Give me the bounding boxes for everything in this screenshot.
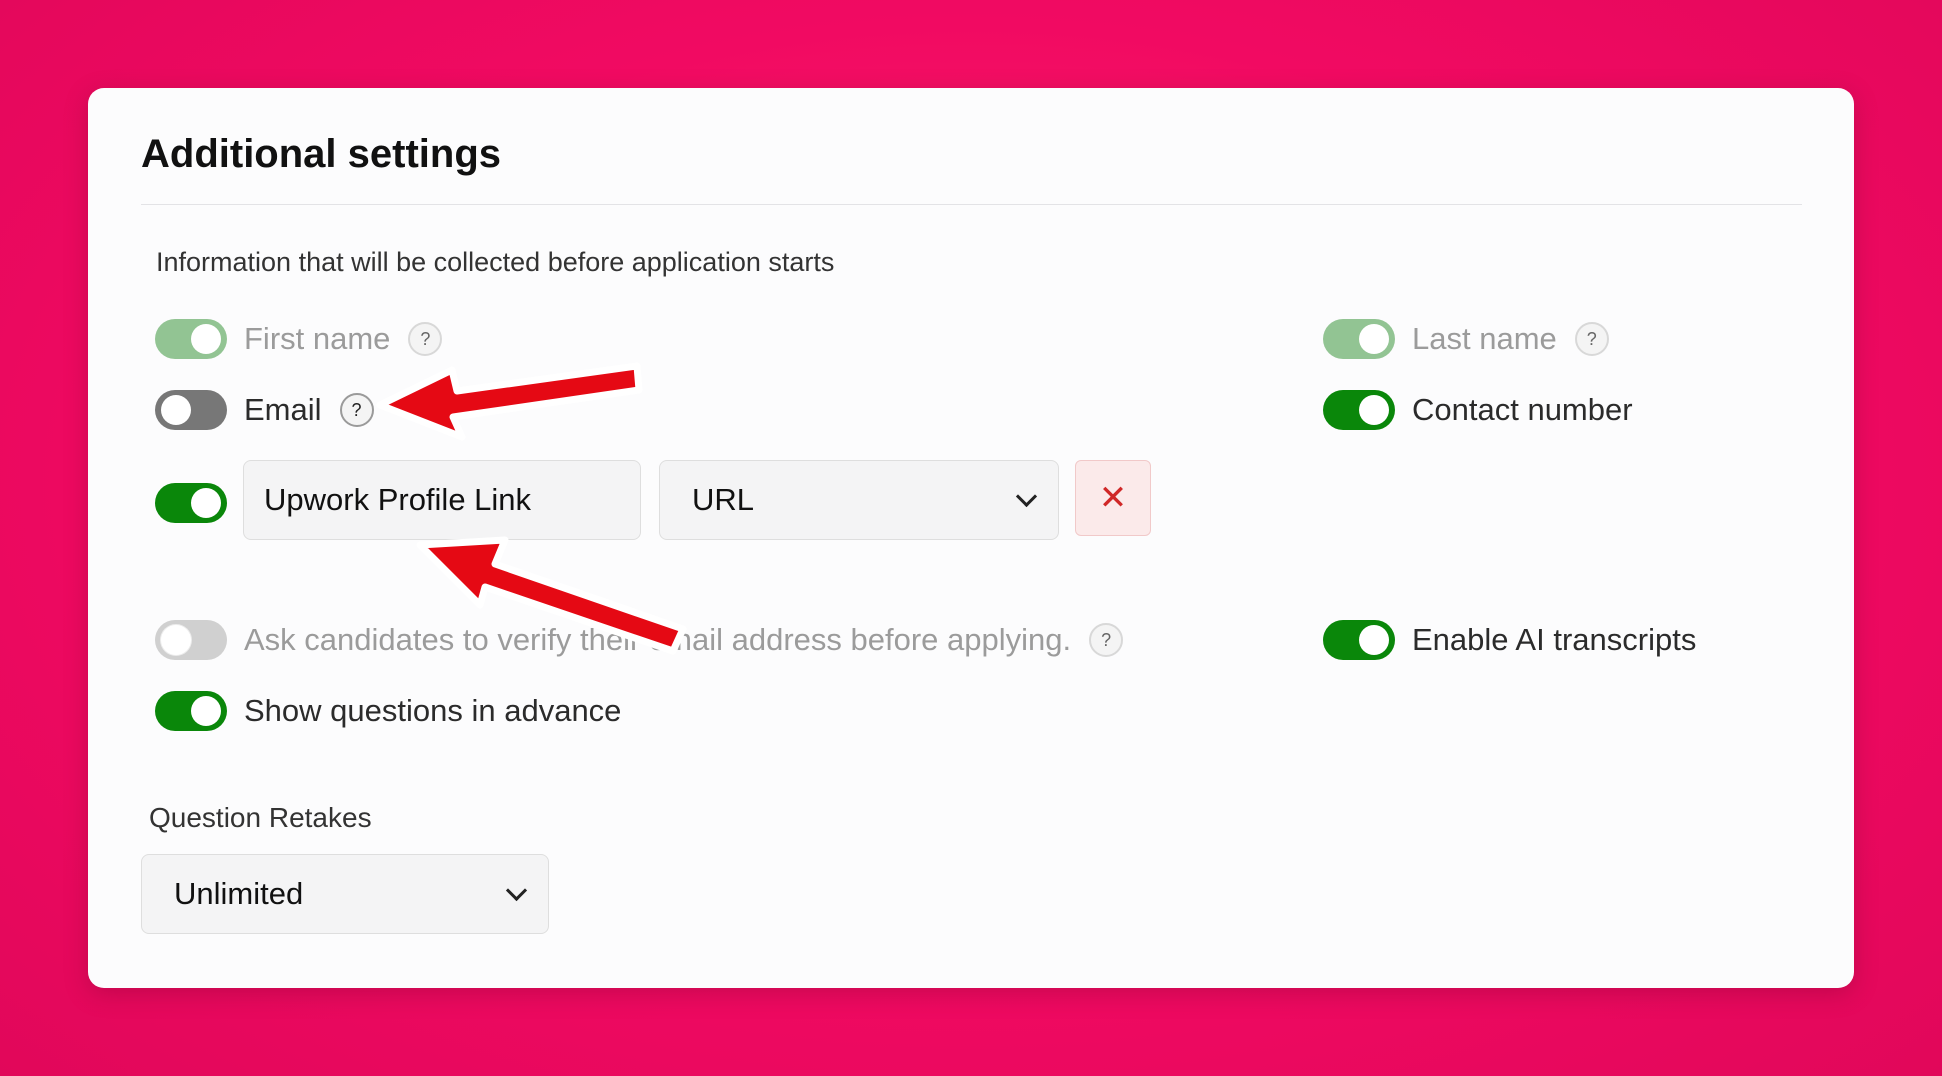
remove-custom-field-button[interactable]: ✕ xyxy=(1075,460,1151,536)
ai-transcripts-label: Enable AI transcripts xyxy=(1412,622,1697,657)
show-questions-label: Show questions in advance xyxy=(244,693,622,728)
contact-number-label: Contact number xyxy=(1412,392,1633,427)
contact-number-row: Contact number xyxy=(1323,388,1633,432)
additional-settings-panel: Additional settings Information that wil… xyxy=(88,88,1854,988)
question-retakes-value: Unlimited xyxy=(174,876,304,911)
last-name-help-icon[interactable]: ? xyxy=(1574,322,1609,356)
first-name-help-icon[interactable]: ? xyxy=(408,322,443,356)
custom-field-name-input[interactable] xyxy=(243,460,641,540)
chevron-down-icon xyxy=(1015,485,1038,507)
verify-email-label: Ask candidates to verify their email add… xyxy=(244,622,1072,657)
custom-field-toggle-row xyxy=(155,481,227,525)
section-label: Information that will be collected befor… xyxy=(156,247,835,277)
show-questions-toggle[interactable] xyxy=(155,691,227,731)
last-name-label: Last name xyxy=(1412,321,1557,356)
toggle-knob xyxy=(191,488,221,518)
divider xyxy=(141,204,1802,205)
first-name-label: First name xyxy=(244,321,391,356)
last-name-toggle[interactable] xyxy=(1323,319,1395,359)
toggle-knob xyxy=(161,395,191,425)
ai-transcripts-row: Enable AI transcripts xyxy=(1323,618,1696,662)
chevron-down-icon xyxy=(505,879,528,901)
toggle-knob xyxy=(161,625,191,655)
ai-transcripts-toggle[interactable] xyxy=(1323,620,1395,660)
toggle-knob xyxy=(1359,324,1389,354)
email-row: Email ? xyxy=(155,388,374,432)
toggle-knob xyxy=(1359,395,1389,425)
email-label: Email xyxy=(244,392,322,427)
verify-email-row: Ask candidates to verify their email add… xyxy=(155,618,1124,662)
email-toggle[interactable] xyxy=(155,390,227,430)
verify-email-help-icon[interactable]: ? xyxy=(1089,623,1124,657)
contact-number-toggle[interactable] xyxy=(1323,390,1395,430)
question-retakes-select[interactable]: Unlimited xyxy=(141,854,549,934)
show-questions-row: Show questions in advance xyxy=(155,689,621,733)
first-name-row: First name ? xyxy=(155,317,443,361)
toggle-knob xyxy=(191,696,221,726)
custom-field-toggle[interactable] xyxy=(155,483,227,523)
close-icon: ✕ xyxy=(1098,479,1128,517)
email-help-icon[interactable]: ? xyxy=(339,393,374,427)
panel-title: Additional settings xyxy=(141,132,501,176)
last-name-row: Last name ? xyxy=(1323,317,1609,361)
verify-email-toggle[interactable] xyxy=(155,620,227,660)
question-retakes-label: Question Retakes xyxy=(149,802,372,833)
first-name-toggle[interactable] xyxy=(155,319,227,359)
toggle-knob xyxy=(1359,625,1389,655)
toggle-knob xyxy=(191,324,221,354)
custom-field-type-value: URL xyxy=(692,482,755,517)
custom-field-type-select[interactable]: URL xyxy=(659,460,1059,540)
